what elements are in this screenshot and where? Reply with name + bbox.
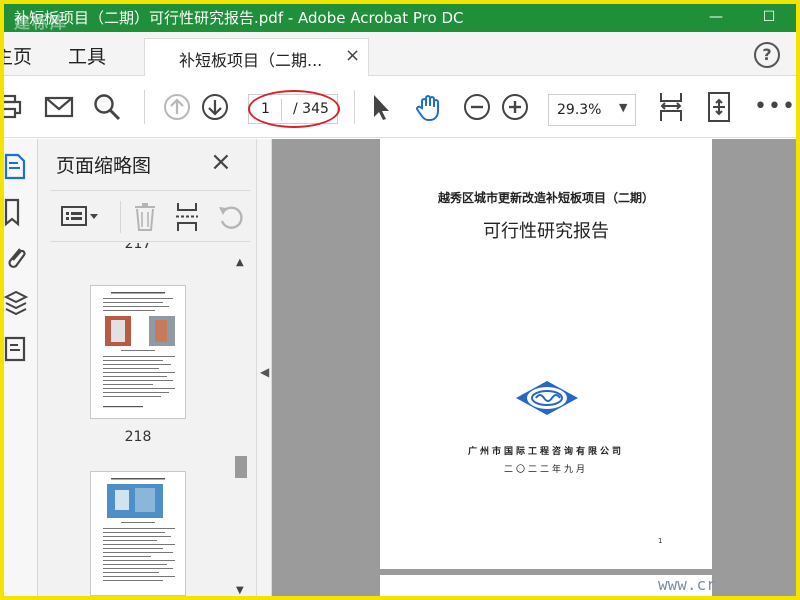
thumbnail-page-218[interactable] [90, 285, 186, 419]
scrollbar-thumb[interactable] [235, 456, 247, 478]
more-tools-icon[interactable]: ••• [754, 94, 796, 119]
document-view[interactable]: 越秀区城市更新改造补短板项目（二期） 可行性研究报告 广州市国际工程咨询有限公司… [272, 139, 796, 596]
home-tab[interactable]: 主页 [4, 42, 32, 69]
chevron-down-icon[interactable]: ▼ [619, 101, 627, 114]
bookmark-icon[interactable] [4, 197, 30, 227]
collapse-panel-icon[interactable]: ◀ [260, 365, 269, 379]
thumbnail-page-219[interactable] [90, 471, 186, 596]
page-fit-width-icon[interactable] [656, 90, 686, 124]
delete-page-icon[interactable] [132, 201, 160, 233]
thumbnail-page-number: 218 [124, 429, 152, 445]
window-title: 补短板项目（二期）可行性研究报告.pdf - Adobe Acrobat Pro… [14, 9, 464, 27]
paperclip-icon[interactable] [4, 243, 30, 273]
close-tab-button[interactable]: × [345, 45, 360, 66]
zoom-select[interactable]: 29.3% ▼ [548, 94, 636, 126]
chevron-up-icon[interactable]: ▲ [236, 257, 244, 268]
pdf-page: 越秀区城市更新改造补短板项目（二期） 可行性研究报告 广州市国际工程咨询有限公司… [380, 139, 712, 569]
panel-toolbar-separator [120, 201, 121, 233]
rotate-page-icon[interactable] [216, 201, 246, 233]
thumbnail-preview [103, 292, 175, 408]
maximize-button[interactable]: ☐ [749, 4, 789, 32]
full-screen-icon[interactable] [704, 90, 734, 124]
thumbnail-preview [103, 478, 175, 581]
page-thumbnails-icon[interactable] [4, 151, 30, 181]
panel-toolbar [50, 190, 250, 242]
page-thumbnails-panel: 页面缩略图 × 217 218 ▲ ▼ [38, 139, 256, 596]
document-tab-label: 补短板项目（二期... [179, 51, 323, 70]
minimize-button[interactable]: — [696, 4, 736, 32]
search-icon[interactable] [92, 92, 122, 122]
toolbar: 1 / 345 29.3% ▼ ••• [4, 76, 796, 138]
site-url-watermark: www.cr [658, 575, 716, 594]
toolbar-separator [354, 90, 355, 124]
hand-tool-icon[interactable] [414, 92, 444, 122]
zoom-in-icon[interactable] [500, 92, 530, 122]
document-date: 二〇二二年九月 [503, 465, 588, 475]
company-name: 广州市国际工程咨询有限公司 [467, 447, 624, 457]
thumbnail-scrollbar[interactable]: ▲ ▼ [232, 251, 250, 596]
layers-icon[interactable] [4, 289, 30, 319]
insert-page-icon[interactable] [174, 201, 202, 233]
page-footer-number: 1 [658, 537, 663, 545]
previous-page-icon[interactable] [162, 92, 192, 122]
left-rail [4, 139, 38, 596]
site-watermark: 建标库 [14, 13, 69, 32]
thumbnail-clip: 217 [38, 243, 232, 257]
email-icon[interactable] [44, 92, 74, 122]
thumbnail-page-number: 217 [124, 243, 152, 252]
next-page-icon[interactable] [200, 92, 230, 122]
thumbnail-options-icon[interactable] [60, 203, 102, 231]
panel-splitter[interactable]: ◀ [256, 139, 272, 596]
select-cursor-icon[interactable] [366, 92, 396, 122]
tab-row: 主页 工具 补短板项目（二期... × ? [4, 32, 796, 76]
help-button[interactable]: ? [754, 42, 780, 68]
title-bar: 补短板项目（二期）可行性研究报告.pdf - Adobe Acrobat Pro… [4, 4, 796, 32]
clipboard-icon[interactable] [4, 333, 30, 363]
print-icon[interactable] [4, 92, 26, 122]
document-tab[interactable]: 补短板项目（二期... × [144, 38, 369, 76]
document-heading: 越秀区城市更新改造补短板项目（二期） [437, 191, 654, 205]
zoom-value: 29.3% [557, 102, 602, 118]
document-title: 可行性研究报告 [483, 221, 609, 242]
chevron-down-icon[interactable]: ▼ [236, 585, 244, 596]
tools-tab[interactable]: 工具 [68, 42, 106, 69]
annotation-circle [248, 90, 340, 128]
panel-title: 页面缩略图 [56, 155, 152, 177]
acrobat-window: 补短板项目（二期）可行性研究报告.pdf - Adobe Acrobat Pro… [4, 4, 796, 596]
toolbar-separator [144, 90, 145, 124]
company-logo-icon [516, 381, 578, 415]
zoom-out-icon[interactable] [462, 92, 492, 122]
panel-close-button[interactable]: × [210, 147, 232, 177]
